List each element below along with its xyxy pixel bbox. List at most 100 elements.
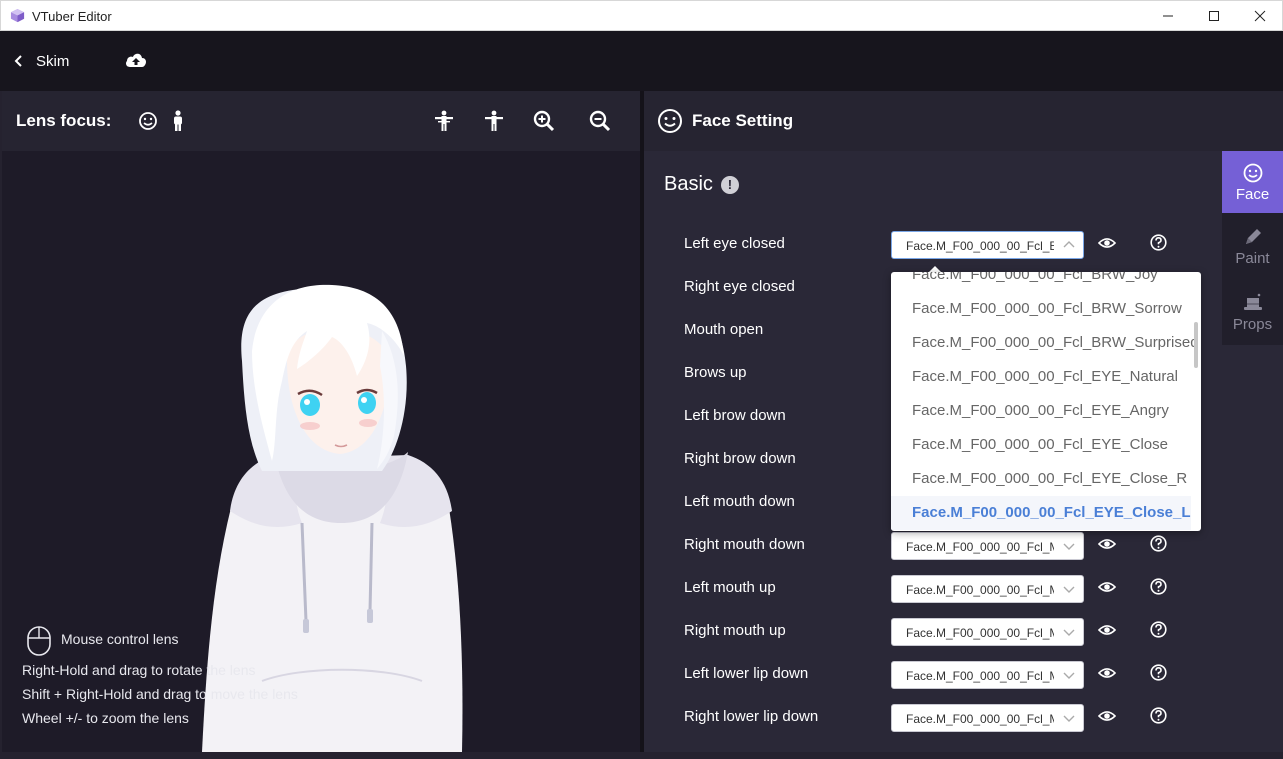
sidebar-tab-face[interactable]: Face (1222, 151, 1283, 213)
cloud-upload-icon[interactable] (124, 50, 148, 70)
lens-focus-bar: Lens focus: (2, 91, 640, 151)
setting-row: Right mouth up Face.M_F00_000_00_Fcl_MTH_… (684, 616, 1214, 646)
chevron-left-icon (14, 55, 22, 67)
chevron-down-icon (1063, 629, 1075, 636)
dropdown-option[interactable]: Face.M_F00_000_00_Fcl_BRW_Joy (891, 272, 1191, 292)
eye-icon[interactable] (1098, 665, 1116, 681)
eye-icon[interactable] (1098, 622, 1116, 638)
help-icon[interactable] (1150, 234, 1167, 251)
help-icon[interactable] (1150, 664, 1167, 681)
setting-row: Left eye closed Face.M_F00_000_00_Fcl_EYE… (684, 229, 1214, 259)
zoom-in-button[interactable] (532, 109, 556, 133)
help-icon[interactable] (1150, 535, 1167, 552)
avatar-viewport[interactable]: Mouse control lens Right-Hold and drag t… (2, 151, 640, 752)
dropdown-option[interactable]: Face.M_F00_000_00_Fcl_EYE_Close_L (891, 496, 1191, 530)
close-button[interactable] (1237, 1, 1283, 31)
dropdown-option[interactable]: Face.M_F00_000_00_Fcl_BRW_Surprised (891, 326, 1199, 360)
section-basic: Basic ! (664, 173, 739, 196)
setting-label: Left lower lip down (684, 665, 809, 682)
pose-front-button[interactable] (432, 109, 456, 133)
setting-label: Left eye closed (684, 235, 785, 252)
eye-icon[interactable] (1098, 579, 1116, 595)
blendshape-select[interactable]: Face.M_F00_000_00_Fcl_EYE_Close_L (891, 231, 1084, 259)
face-setting-title: Face Setting (692, 111, 794, 130)
select-value: Face.M_F00_000_00_Fcl_MTH_Down (906, 540, 1054, 554)
sidebar-tab-props[interactable]: Props (1222, 281, 1283, 343)
pose-arms-icon (485, 110, 503, 131)
setting-label: Right lower lip down (684, 708, 819, 725)
chevron-down-icon (1063, 543, 1075, 550)
zoom-out-button[interactable] (588, 109, 612, 133)
dropdown-scrollbar[interactable] (1194, 322, 1198, 368)
smiley-icon (139, 112, 157, 130)
pose-figure-icon (435, 110, 453, 131)
sidebar-tab-paint-label: Paint (1235, 249, 1270, 267)
section-title: Basic (664, 173, 713, 195)
blendshape-select[interactable]: Face.M_F00_000_00_Fcl_MTH_Down (891, 532, 1084, 560)
sidebar-tab-props-label: Props (1232, 315, 1273, 333)
dropdown-option[interactable]: Face.M_F00_000_00_Fcl_EYE_Angry (891, 394, 1191, 428)
maximize-button[interactable] (1191, 1, 1237, 31)
help-icon[interactable] (1150, 578, 1167, 595)
focus-face-button[interactable] (136, 109, 160, 133)
dropdown-option[interactable]: Face.M_F00_000_00_Fcl_EYE_Close_R (891, 462, 1191, 496)
person-icon (174, 110, 182, 131)
setting-row: Left mouth up Face.M_F00_000_00_Fcl_MTH_U… (684, 573, 1214, 603)
setting-label: Right eye closed (684, 278, 795, 295)
sidebar-empty-area (1222, 345, 1283, 752)
mouse-icon (27, 626, 51, 656)
setting-row: Left lower lip down Face.M_F00_000_00_Fcl… (684, 659, 1214, 689)
hint-rotate: Right-Hold and drag to rotate the lens (22, 662, 256, 678)
blendshape-select[interactable]: Face.M_F00_000_00_Fcl_MTH_Up (891, 618, 1084, 646)
close-icon (1254, 10, 1266, 22)
window-titlebar: VTuber Editor (0, 0, 1283, 31)
help-icon[interactable] (1150, 621, 1167, 638)
eye-icon[interactable] (1098, 708, 1116, 724)
blendshape-select[interactable]: Face.M_F00_000_00_Fcl_MTH_Down (891, 704, 1084, 732)
setting-row: Right mouth down Face.M_F00_000_00_Fcl_MT… (684, 530, 1214, 560)
setting-label: Right brow down (684, 450, 796, 467)
blendshape-select[interactable]: Face.M_F00_000_00_Fcl_MTH_Down (891, 661, 1084, 689)
hint-title: Mouse control lens (61, 631, 179, 647)
magic-hat-icon (1243, 293, 1262, 310)
chevron-down-icon (1063, 672, 1075, 679)
setting-label: Right mouth up (684, 622, 786, 639)
eye-icon[interactable] (1098, 235, 1116, 251)
select-value: Face.M_F00_000_00_Fcl_MTH_Down (906, 669, 1054, 683)
dropdown-option[interactable]: Face.M_F00_000_00_Fcl_EYE_Close (891, 428, 1191, 462)
blendshape-select[interactable]: Face.M_F00_000_00_Fcl_MTH_Up (891, 575, 1084, 603)
select-value: Face.M_F00_000_00_Fcl_MTH_Up (906, 626, 1054, 640)
face-setting-header: Face Setting (644, 91, 1283, 151)
pose-tpose-button[interactable] (482, 109, 506, 133)
blendshape-dropdown-menu[interactable]: Face.M_F00_000_00_Fcl_BRW_Joy Face.M_F00_… (891, 272, 1201, 531)
chevron-up-icon (1063, 241, 1075, 248)
dropdown-option[interactable]: Face.M_F00_000_00_Fcl_EYE_Natural (891, 360, 1191, 394)
back-button[interactable]: Skim (14, 51, 69, 71)
help-icon[interactable] (1150, 707, 1167, 724)
window-title: VTuber Editor (32, 9, 112, 24)
eye-icon[interactable] (1098, 536, 1116, 552)
chevron-down-icon (1063, 586, 1075, 593)
app-cube-icon (10, 8, 25, 23)
minimize-icon (1163, 15, 1173, 17)
chevron-down-icon (1063, 715, 1075, 722)
minimize-button[interactable] (1145, 1, 1191, 31)
select-value: Face.M_F00_000_00_Fcl_MTH_Up (906, 583, 1054, 597)
dropdown-option[interactable]: Face.M_F00_000_00_Fcl_BRW_Sorrow (891, 292, 1191, 326)
maximize-icon (1209, 11, 1219, 21)
lens-focus-label: Lens focus: (16, 111, 112, 130)
sidebar-tab-paint[interactable]: Paint (1222, 215, 1283, 277)
hint-move: Shift + Right-Hold and drag to move the … (22, 686, 298, 702)
hint-zoom: Wheel +/- to zoom the lens (22, 710, 189, 726)
zoom-out-icon (589, 110, 611, 132)
setting-label: Brows up (684, 364, 747, 381)
zoom-in-icon (533, 110, 555, 132)
setting-row: Right lower lip down Face.M_F00_000_00_Fc… (684, 702, 1214, 732)
smiley-icon (658, 109, 682, 133)
focus-body-button[interactable] (166, 109, 190, 133)
setting-label: Left brow down (684, 407, 786, 424)
setting-label: Left mouth down (684, 493, 795, 510)
sidebar-tab-face-label: Face (1235, 185, 1270, 203)
smiley-icon (1243, 163, 1262, 182)
info-icon[interactable]: ! (720, 175, 739, 194)
